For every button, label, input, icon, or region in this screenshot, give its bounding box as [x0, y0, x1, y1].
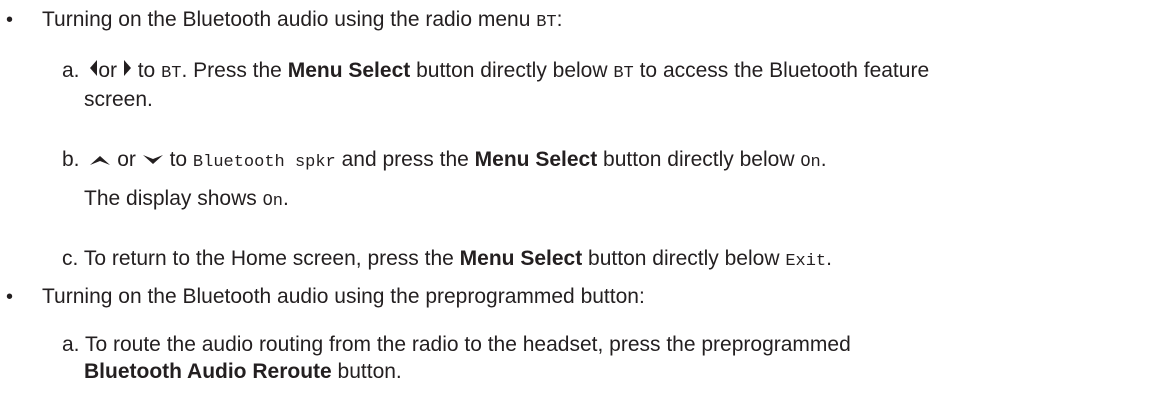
menu-code-on: On [262, 192, 283, 211]
right-arrow-icon [123, 58, 132, 84]
step-text: to [131, 59, 162, 82]
step-a-preprogrammed: a. To route the audio routing from the r… [62, 332, 851, 358]
step-text: . Press the [181, 59, 288, 82]
menu-code-exit: Exit [785, 252, 827, 271]
menu-code-on: On [800, 153, 821, 172]
step-text: button directly below [582, 247, 786, 270]
step-c-radio-menu: c. To return to the Home screen, press t… [62, 246, 832, 275]
or-text: or [117, 148, 136, 171]
step-text: to access the Bluetooth feature [633, 59, 930, 82]
step-b-radio-menu: b. or to Bluetooth spkr and press the Me… [62, 147, 827, 176]
step-a-continuation: screen. [84, 87, 153, 113]
step-a-preprogrammed-continuation: Bluetooth Audio Reroute button. [84, 359, 402, 385]
step-text: To return to the Home screen, press the [83, 247, 460, 270]
document-page: { "bullets": [ { "marker": "•", "text": … [0, 0, 1174, 400]
step-text: screen. [84, 88, 153, 111]
note-text: . [283, 187, 289, 210]
step-text: . [826, 247, 832, 270]
bullet-suffix: : [556, 8, 563, 31]
step-text: to [163, 148, 193, 171]
menu-code-bt: BT [161, 64, 182, 83]
menu-select-label: Menu Select [474, 148, 598, 171]
step-text: . [820, 148, 827, 171]
step-text: To route the audio routing from the radi… [84, 333, 851, 356]
step-a-radio-menu: a. or to BT. Press the Menu Select butto… [62, 58, 929, 87]
step-text: button directly below [597, 148, 801, 171]
menu-select-label: Menu Select [459, 247, 583, 270]
up-arrow-icon [89, 147, 111, 173]
step-text: and press the [335, 148, 475, 171]
bullet-marker: • [6, 286, 14, 308]
note-text: The display shows [84, 187, 263, 210]
menu-select-label: Menu Select [287, 59, 411, 82]
menu-code-bt: BT [613, 64, 634, 83]
menu-code-bt: BT [536, 13, 557, 32]
menu-code-bluetooth-spkr: Bluetooth spkr [192, 153, 336, 172]
or-text: or [98, 59, 118, 82]
bluetooth-audio-reroute-label: Bluetooth Audio Reroute [84, 360, 332, 383]
step-letter: b. [62, 148, 80, 171]
bullet-marker: • [6, 9, 14, 31]
step-letter: a. [62, 59, 80, 82]
step-letter: a. [62, 333, 80, 356]
bullet-text: Turning on the Bluetooth audio using the… [42, 285, 645, 308]
down-arrow-icon [142, 147, 164, 173]
left-arrow-icon [89, 58, 98, 84]
step-b-note: The display shows On. [84, 186, 289, 215]
step-letter: c. [62, 247, 79, 270]
step-text: button directly below [410, 59, 614, 82]
step-text: button. [331, 360, 402, 383]
bullet-text: Turning on the Bluetooth audio using the… [42, 8, 537, 31]
